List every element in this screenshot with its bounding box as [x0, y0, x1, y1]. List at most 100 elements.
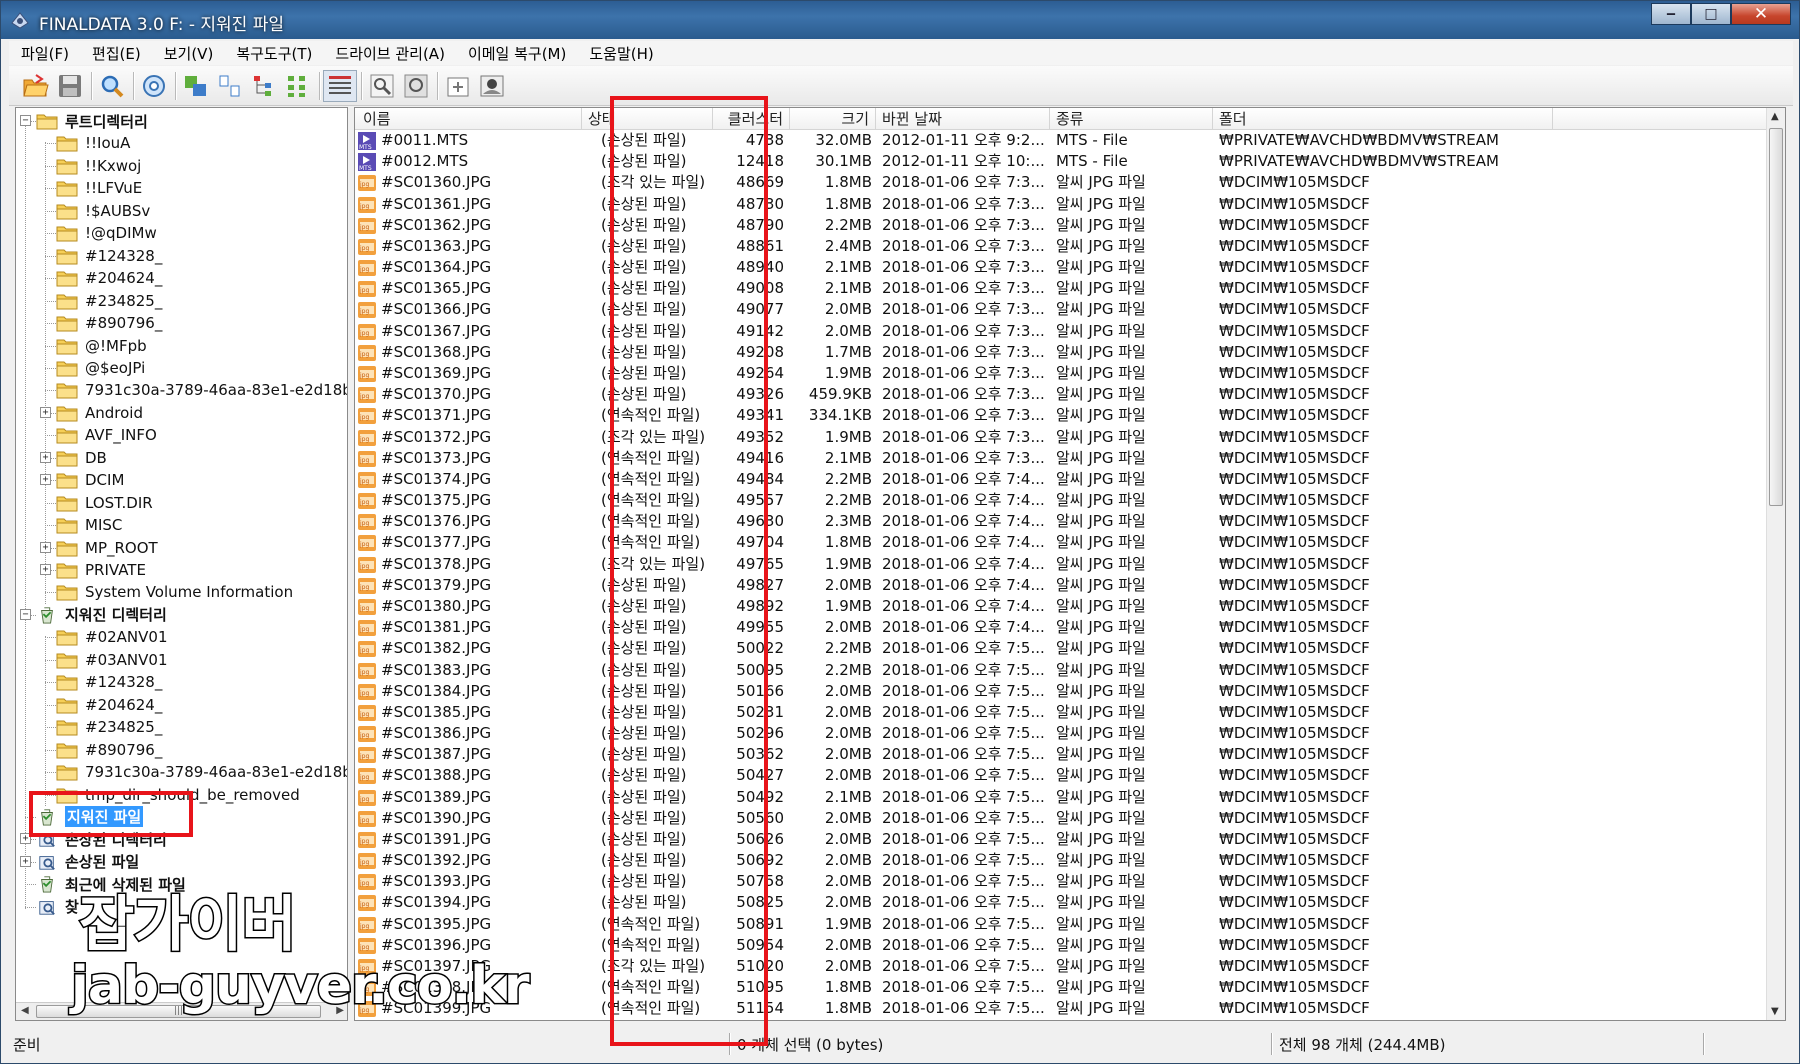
collapse-toggle[interactable]: −: [20, 115, 31, 126]
tree-damaged-files[interactable]: 손상된 파일: [36, 851, 139, 873]
tree-deleted-directory[interactable]: 지워진 디렉터리: [36, 604, 167, 626]
header-size[interactable]: 크기: [790, 108, 876, 130]
expand-toggle[interactable]: +: [40, 541, 51, 553]
tree-deleted-folder-0[interactable]: #02ANV01: [56, 626, 168, 648]
table-row[interactable]: jpg #SC01373.JPG (연속적인 파일) 49416 2.1MB 2018-0…: [355, 448, 1767, 469]
tree-folder-15[interactable]: DCIM: [56, 469, 124, 491]
tree-deleted-folder-2[interactable]: #124328_: [56, 671, 162, 693]
menu-drive-management[interactable]: 드라이브 관리(A): [323, 43, 456, 64]
expand-toggle[interactable]: +: [40, 564, 51, 575]
expand-toggle[interactable]: +: [20, 855, 31, 867]
move-icon[interactable]: [213, 70, 247, 102]
table-row[interactable]: jpg #SC01395.JPG (연속적인 파일) 50891 1.9MB 2018-0…: [355, 914, 1767, 935]
zoom-icon[interactable]: [365, 70, 399, 102]
header-folder[interactable]: 폴더: [1213, 108, 1553, 130]
table-row[interactable]: jpg #SC01369.JPG (손상된 파일) 49264 1.9MB 2018-01…: [355, 363, 1767, 384]
table-row[interactable]: jpg #SC01366.JPG (손상된 파일) 49077 2.0MB 2018-01…: [355, 299, 1767, 320]
table-row[interactable]: jpg #SC01362.JPG (손상된 파일) 48790 2.2MB 2018-01…: [355, 215, 1767, 236]
table-row[interactable]: jpg #SC01370.JPG (손상된 파일) 49326 459.9KB 2018-…: [355, 384, 1767, 405]
header-modified[interactable]: 바뀐 날짜: [876, 108, 1050, 130]
tree-deleted-folder-1[interactable]: #03ANV01: [56, 649, 168, 671]
tree-folder-7[interactable]: #234825_: [56, 290, 162, 312]
tree-root[interactable]: 루트디렉터리: [36, 110, 148, 132]
tree-folder-19[interactable]: PRIVATE: [56, 559, 146, 581]
table-row[interactable]: jpg #SC01387.JPG (손상된 파일) 50362 2.0MB 2018-01…: [355, 744, 1767, 765]
table-row[interactable]: jpg #SC01385.JPG (손상된 파일) 50231 2.0MB 2018-01…: [355, 702, 1767, 723]
expand-toggle[interactable]: +: [40, 406, 51, 418]
table-row[interactable]: jpg #SC01360.JPG (조각 있는 파일) 48669 1.8MB 2018-…: [355, 172, 1767, 193]
tree-folder-4[interactable]: !@qDIMw: [56, 222, 157, 244]
table-row[interactable]: jpg #SC01364.JPG (손상된 파일) 48940 2.1MB 2018-01…: [355, 257, 1767, 278]
tree-folder-14[interactable]: DB: [56, 447, 107, 469]
tree-folder-17[interactable]: MISC: [56, 514, 122, 536]
file-list[interactable]: 이름 상태 클러스터 크기 바뀐 날짜 종류 폴더 MTS #0011.MTS (손상된 파일)…: [354, 107, 1786, 1021]
list-vertical-scrollbar[interactable]: ▲ ▼: [1766, 108, 1785, 1020]
tree-folder-10[interactable]: @$eoJPi: [56, 357, 145, 379]
header-type[interactable]: 종류: [1050, 108, 1213, 130]
table-row[interactable]: jpg #SC01392.JPG (손상된 파일) 50692 2.0MB 2018-01…: [355, 850, 1767, 871]
table-row[interactable]: jpg #SC01389.JPG (손상된 파일) 50492 2.1MB 2018-01…: [355, 787, 1767, 808]
menu-help[interactable]: 도움말(H): [577, 43, 664, 64]
table-row[interactable]: jpg #SC01383.JPG (손상된 파일) 50095 2.2MB 2018-01…: [355, 660, 1767, 681]
header-name[interactable]: 이름: [357, 108, 582, 130]
menu-file[interactable]: 파일(F): [9, 43, 80, 64]
tree-deleted-folder-6[interactable]: 7931c30a-3789-46aa-83e1-e2d18b5: [56, 761, 347, 783]
tree-folder-8[interactable]: #890796_: [56, 312, 162, 334]
preview-icon[interactable]: [399, 70, 433, 102]
table-row[interactable]: jpg #SC01365.JPG (손상된 파일) 49008 2.1MB 2018-01…: [355, 278, 1767, 299]
table-row[interactable]: jpg #SC01371.JPG (연속적인 파일) 49341 334.1KB 2018…: [355, 405, 1767, 426]
table-row[interactable]: jpg #SC01396.JPG (연속적인 파일) 50954 2.0MB 2018-0…: [355, 935, 1767, 956]
menu-email-recovery[interactable]: 이메일 복구(M): [456, 43, 577, 64]
copy-icon[interactable]: [179, 70, 213, 102]
tree-search[interactable]: 찾: [36, 896, 79, 918]
table-row[interactable]: jpg #SC01363.JPG (손상된 파일) 48861 2.4MB 2018-01…: [355, 236, 1767, 257]
table-row[interactable]: jpg #SC01377.JPG (연속적인 파일) 49704 1.8MB 2018-0…: [355, 532, 1767, 553]
table-row[interactable]: jpg #SC01374.JPG (연속적인 파일) 49484 2.2MB 2018-0…: [355, 469, 1767, 490]
menu-recovery-tools[interactable]: 복구도구(T): [224, 43, 323, 64]
tree-folder-18[interactable]: MP_ROOT: [56, 537, 158, 559]
search-icon[interactable]: [95, 70, 129, 102]
table-row[interactable]: jpg #SC01394.JPG (손상된 파일) 50825 2.0MB 2018-01…: [355, 892, 1767, 913]
tree-folder-2[interactable]: !!LFVuE: [56, 177, 142, 199]
tree-folder-20[interactable]: System Volume Information: [56, 581, 293, 603]
menu-edit[interactable]: 편집(E): [80, 43, 152, 64]
view-eye-icon[interactable]: [475, 70, 509, 102]
table-row[interactable]: jpg #SC01372.JPG (조각 있는 파일) 49352 1.9MB 2018-…: [355, 427, 1767, 448]
table-row[interactable]: jpg #SC01382.JPG (손상된 파일) 50022 2.2MB 2018-01…: [355, 638, 1767, 659]
new-window-icon[interactable]: [441, 70, 475, 102]
expand-toggle[interactable]: +: [40, 474, 51, 486]
table-row[interactable]: jpg #SC01399.JPG (연속적인 파일) 51154 1.8MB 2018-0…: [355, 998, 1767, 1019]
tree-folder-1[interactable]: !!Kxwoj: [56, 155, 141, 177]
tree-folder-11[interactable]: 7931c30a-3789-46aa-83e1-e2d18b5: [56, 379, 347, 401]
table-row[interactable]: jpg #SC01376.JPG (연속적인 파일) 49630 2.3MB 2018-0…: [355, 511, 1767, 532]
table-row[interactable]: jpg #SC01381.JPG (손상된 파일) 49955 2.0MB 2018-01…: [355, 617, 1767, 638]
table-row[interactable]: jpg #SC01386.JPG (손상된 파일) 50296 2.0MB 2018-01…: [355, 723, 1767, 744]
table-row[interactable]: jpg #SC01398.JPG (연속적인 파일) 51095 1.8MB 2018-0…: [355, 977, 1767, 998]
collapse-toggle[interactable]: −: [20, 608, 31, 620]
table-row[interactable]: jpg #SC01361.JPG (손상된 파일) 48730 1.8MB 2018-01…: [355, 194, 1767, 215]
table-row[interactable]: jpg #SC01384.JPG (손상된 파일) 50166 2.0MB 2018-01…: [355, 681, 1767, 702]
scan-drive-icon[interactable]: [137, 70, 171, 102]
table-row[interactable]: jpg #SC01368.JPG (손상된 파일) 49208 1.7MB 2018-01…: [355, 342, 1767, 363]
title-bar[interactable]: FINALDATA 3.0 F: - 지워진 파일 ‒ □ ✕: [1, 1, 1799, 39]
tree-deleted-folder-5[interactable]: #890796_: [56, 739, 162, 761]
table-row[interactable]: MTS #0012.MTS (손상된 파일) 12418 30.1MB 2012-01-1…: [355, 151, 1767, 172]
table-row[interactable]: jpg #SC01378.JPG (조각 있는 파일) 49765 1.9MB 2018-…: [355, 554, 1767, 575]
table-row[interactable]: jpg #SC01375.JPG (연속적인 파일) 49557 2.2MB 2018-0…: [355, 490, 1767, 511]
close-button[interactable]: ✕: [1731, 3, 1791, 25]
table-row[interactable]: jpg #SC01393.JPG (손상된 파일) 50758 2.0MB 2018-01…: [355, 871, 1767, 892]
tree-folder-16[interactable]: LOST.DIR: [56, 492, 153, 514]
table-row[interactable]: jpg #SC01391.JPG (손상된 파일) 50626 2.0MB 2018-01…: [355, 829, 1767, 850]
tree-deleted-folder-4[interactable]: #234825_: [56, 716, 162, 738]
expand-toggle[interactable]: +: [40, 451, 51, 463]
table-row[interactable]: jpg #SC01379.JPG (손상된 파일) 49827 2.0MB 2018-01…: [355, 575, 1767, 596]
open-folder-icon[interactable]: [19, 70, 53, 102]
tree-folder-13[interactable]: AVF_INFO: [56, 424, 157, 446]
table-row[interactable]: jpg #SC01390.JPG (손상된 파일) 50560 2.0MB 2018-01…: [355, 808, 1767, 829]
tree-folder-9[interactable]: @!MFpb: [56, 335, 147, 357]
save-icon[interactable]: [53, 70, 87, 102]
maximize-button[interactable]: □: [1691, 3, 1731, 25]
details-view-icon[interactable]: [323, 70, 357, 102]
tree-deleted-folder-3[interactable]: #204624_: [56, 694, 162, 716]
tree-folder-0[interactable]: !!IouA: [56, 132, 130, 154]
